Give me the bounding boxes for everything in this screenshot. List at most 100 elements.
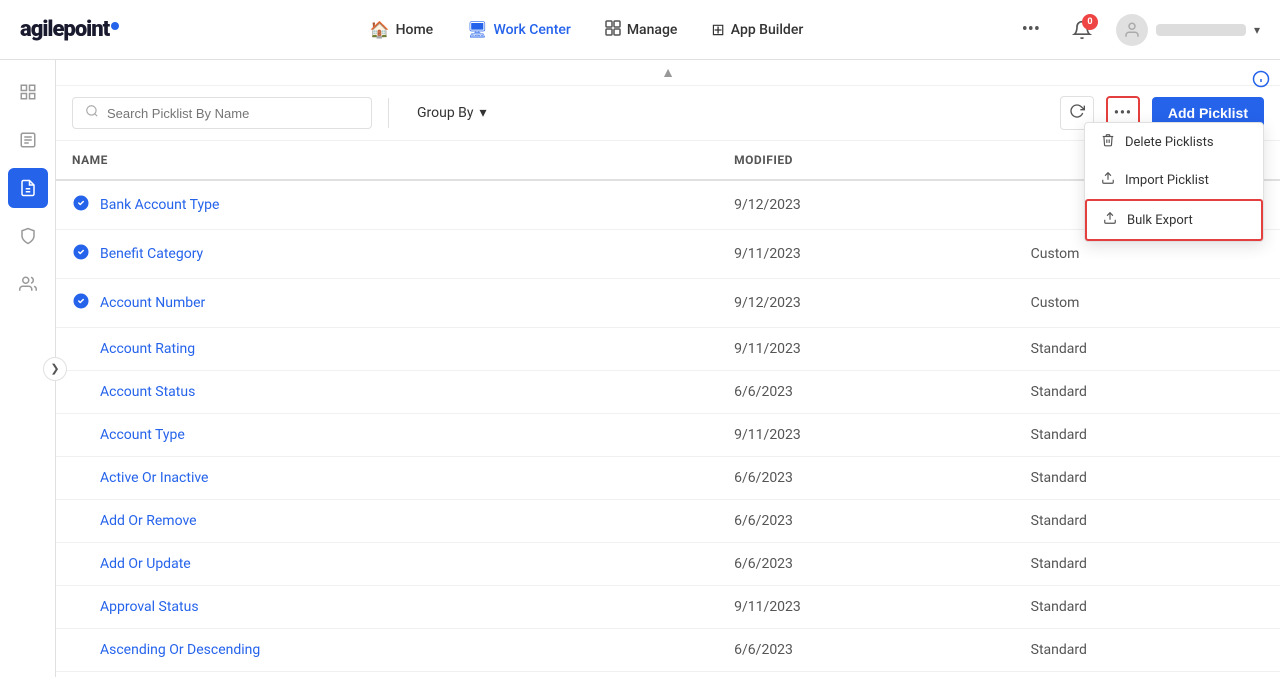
user-menu[interactable]: ▾: [1116, 14, 1260, 46]
check-icon: [72, 243, 90, 265]
picklist-name-link[interactable]: Account Status: [100, 384, 195, 400]
search-icon: [85, 104, 99, 122]
logo: agilepoint: [20, 17, 119, 42]
nav-item-work-center[interactable]: 🖥 Work Center: [453, 12, 585, 47]
sidebar-expand-button[interactable]: ❯: [43, 357, 67, 381]
home-icon: 🏠: [370, 20, 390, 39]
picklist-name-link[interactable]: Ascending Or Descending: [100, 642, 260, 658]
sidebar-item-picklist[interactable]: [8, 168, 48, 208]
more-options-icon: •••: [1114, 105, 1132, 121]
cell-modified: 6/6/2023: [718, 629, 1015, 672]
chevron-down-icon: ▾: [1254, 23, 1260, 37]
nav-items: 🏠 Home 🖥 Work Center Manage ⊞ App Builde…: [159, 12, 1014, 48]
info-icon[interactable]: [1252, 70, 1270, 92]
table-row: Account Rating 9/11/2023Standard: [56, 328, 1280, 371]
col-name: NAME: [56, 141, 718, 180]
manage-icon: [605, 20, 621, 40]
cell-name: Add Or Update: [56, 543, 718, 586]
table-row: Approval Status 9/11/2023Standard: [56, 586, 1280, 629]
sidebar: ❯: [0, 60, 56, 677]
table-body: Bank Account Type 9/12/2023 Benefit Cate…: [56, 180, 1280, 677]
picklist-name-link[interactable]: Account Rating: [100, 341, 195, 357]
cell-type: Standard: [1015, 371, 1280, 414]
collapse-bar: ▲: [56, 60, 1280, 86]
cell-name: Active Or Inactive: [56, 457, 718, 500]
cell-name: Campaign Status: [56, 672, 718, 677]
avatar: [1116, 14, 1148, 46]
col-modified: MODIFIED: [718, 141, 1015, 180]
cell-modified: 6/6/2023: [718, 371, 1015, 414]
nav-item-manage[interactable]: Manage: [591, 12, 692, 48]
collapse-button[interactable]: ▲: [661, 64, 675, 81]
dropdown-delete-picklists[interactable]: Delete Picklists: [1085, 123, 1263, 161]
check-icon: [72, 194, 90, 216]
import-icon: [1101, 171, 1115, 189]
sidebar-item-documents[interactable]: [8, 120, 48, 160]
picklist-name-link[interactable]: Add Or Update: [100, 556, 191, 572]
cell-type: Standard: [1015, 672, 1280, 677]
cell-type: Standard: [1015, 414, 1280, 457]
cell-modified: 9/12/2023: [718, 180, 1015, 230]
cell-type: Custom: [1015, 279, 1280, 328]
notification-badge: 0: [1082, 14, 1098, 30]
sidebar-item-dashboard[interactable]: [8, 72, 48, 112]
table-row: Account Number 9/12/2023Custom: [56, 279, 1280, 328]
cell-type: Standard: [1015, 586, 1280, 629]
import-picklist-label: Import Picklist: [1125, 173, 1209, 188]
bulk-export-label: Bulk Export: [1127, 213, 1193, 228]
cell-modified: 6/6/2023: [718, 672, 1015, 677]
cell-type: Standard: [1015, 629, 1280, 672]
notification-button[interactable]: 0: [1064, 12, 1100, 48]
cell-type: Standard: [1015, 328, 1280, 371]
group-by-button[interactable]: Group By ▾: [405, 99, 499, 127]
picklist-name-link[interactable]: Add Or Remove: [100, 513, 197, 529]
cell-modified: 9/11/2023: [718, 328, 1015, 371]
picklist-name-link[interactable]: Account Number: [100, 295, 205, 311]
cell-name: Bank Account Type: [56, 180, 718, 230]
group-by-chevron-icon: ▾: [480, 105, 487, 121]
dropdown-import-picklist[interactable]: Import Picklist: [1085, 161, 1263, 199]
picklist-name-link[interactable]: Active Or Inactive: [100, 470, 208, 486]
logo-dot: [111, 22, 119, 30]
cell-modified: 6/6/2023: [718, 457, 1015, 500]
picklist-name-link[interactable]: Approval Status: [100, 599, 199, 615]
table-row: Ascending Or Descending 6/6/2023Standard: [56, 629, 1280, 672]
chevron-right-icon: ❯: [50, 362, 59, 375]
picklist-name-link[interactable]: Bank Account Type: [100, 197, 219, 213]
sidebar-item-users[interactable]: [8, 264, 48, 304]
cell-modified: 6/6/2023: [718, 543, 1015, 586]
cell-name: Benefit Category: [56, 230, 718, 279]
table-row: Campaign Status 6/6/2023Standard: [56, 672, 1280, 677]
picklist-name-link[interactable]: Benefit Category: [100, 246, 203, 262]
nav-item-app-builder[interactable]: ⊞ App Builder: [697, 12, 817, 47]
nav-more-button[interactable]: •••: [1014, 15, 1048, 44]
nav-item-home[interactable]: 🏠 Home: [356, 12, 448, 47]
cell-name: Account Number: [56, 279, 718, 328]
cell-name: Approval Status: [56, 586, 718, 629]
nav-label-manage: Manage: [627, 22, 678, 38]
export-icon: [1103, 211, 1117, 229]
cell-modified: 9/11/2023: [718, 414, 1015, 457]
cell-modified: 9/11/2023: [718, 230, 1015, 279]
cell-name: Account Status: [56, 371, 718, 414]
cell-type: Standard: [1015, 543, 1280, 586]
check-icon: [72, 292, 90, 314]
cell-name: Account Type: [56, 414, 718, 457]
main-layout: ❯ ▲ Group By ▾: [0, 60, 1280, 677]
content-area: ▲ Group By ▾ •••: [56, 60, 1280, 677]
cell-modified: 6/6/2023: [718, 500, 1015, 543]
table-row: Account Type 9/11/2023Standard: [56, 414, 1280, 457]
search-input[interactable]: [107, 106, 359, 121]
table-row: Active Or Inactive 6/6/2023Standard: [56, 457, 1280, 500]
dropdown-bulk-export[interactable]: Bulk Export: [1085, 199, 1263, 241]
nav-label-app-builder: App Builder: [731, 22, 803, 38]
table-row: Add Or Remove 6/6/2023Standard: [56, 500, 1280, 543]
sidebar-item-security[interactable]: [8, 216, 48, 256]
nav-right: ••• 0 ▾: [1014, 12, 1260, 48]
col-modified-label: MODIFIED: [734, 153, 793, 167]
refresh-icon: [1069, 103, 1085, 124]
cell-name: Add Or Remove: [56, 500, 718, 543]
picklist-name-link[interactable]: Account Type: [100, 427, 185, 443]
cell-modified: 9/12/2023: [718, 279, 1015, 328]
table-row: Account Status 6/6/2023Standard: [56, 371, 1280, 414]
